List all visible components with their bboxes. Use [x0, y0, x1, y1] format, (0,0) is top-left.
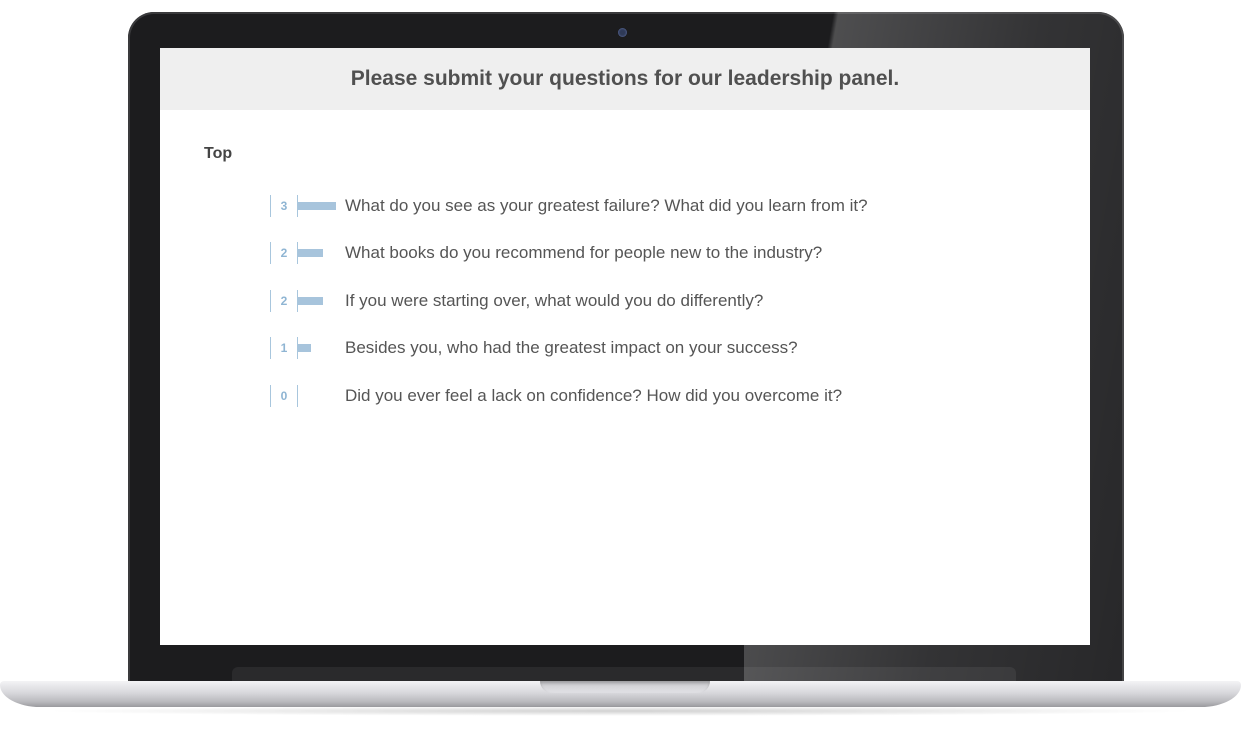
laptop-screen: Please submit your questions for our lea… [160, 48, 1090, 645]
vote-bar-track [297, 337, 345, 360]
horizontal-bar-icon [298, 201, 336, 210]
section-label-top: Top [204, 145, 233, 162]
question-item[interactable]: 2 What books do you recommend for people… [270, 230, 1090, 278]
vote-count: 2 [280, 246, 288, 261]
question-item[interactable]: 0 Did you ever feel a lack on confidence… [270, 372, 1090, 420]
vote-bar-track [297, 242, 345, 265]
question-list: 3 What do you see as your greatest failu… [270, 182, 1090, 420]
horizontal-bar-icon [298, 344, 311, 353]
page-title: Please submit your questions for our lea… [350, 67, 900, 90]
divider [297, 384, 298, 407]
question-text: If you were starting over, what would yo… [345, 290, 764, 310]
question-text: Besides you, who had the greatest impact… [345, 338, 798, 358]
vote-count: 1 [280, 341, 288, 356]
panel-header: Please submit your questions for our lea… [160, 48, 1090, 110]
vote-bar-track [297, 289, 345, 312]
laptop-shadow [40, 706, 1200, 716]
vote-bar-track [297, 194, 345, 217]
question-text: What books do you recommend for people n… [345, 243, 823, 263]
webcam-icon [618, 28, 627, 37]
vote-count: 3 [280, 198, 288, 213]
question-item[interactable]: 1 Besides you, who had the greatest impa… [270, 325, 1090, 373]
horizontal-bar-icon [298, 296, 323, 305]
vote-count: 0 [280, 388, 288, 403]
question-item[interactable]: 3 What do you see as your greatest failu… [270, 182, 1090, 230]
laptop-mockup: Please submit your questions for our lea… [0, 0, 1241, 729]
question-text: What do you see as your greatest failure… [345, 195, 868, 215]
laptop-opening-notch [540, 681, 710, 693]
vote-count: 2 [280, 293, 288, 308]
vote-bar-track [297, 384, 345, 407]
horizontal-bar-icon [298, 249, 323, 258]
question-text: Did you ever feel a lack on confidence? … [345, 385, 843, 405]
question-item[interactable]: 2 If you were starting over, what would … [270, 277, 1090, 325]
